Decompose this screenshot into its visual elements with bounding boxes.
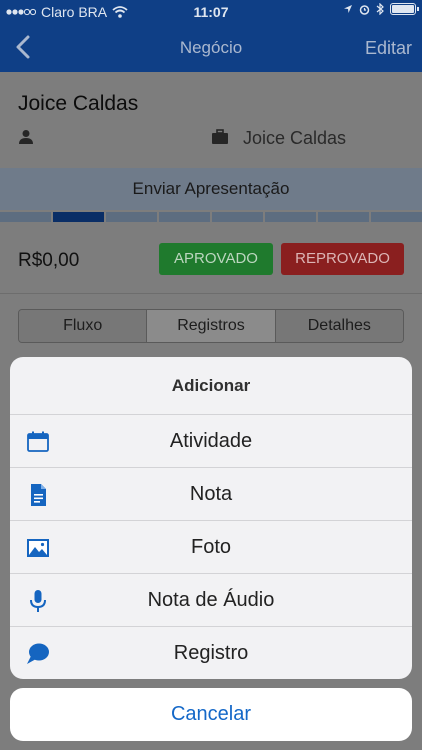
stage-segment [265,212,316,222]
tab-registros[interactable]: Registros [146,310,276,342]
stage-segment [159,212,210,222]
edit-button[interactable]: Editar [365,38,412,59]
tab-fluxo[interactable]: Fluxo [19,310,147,342]
stage-progress [0,212,422,222]
bluetooth-icon [376,3,384,15]
status-right [343,3,419,15]
person-icon [19,130,33,144]
cancel-button[interactable]: Cancelar [10,688,412,741]
deal-amount: R$0,00 [18,250,80,271]
sheet-item-label: Nota [189,483,233,505]
sheet-item-label: Nota de Áudio [147,589,275,611]
sheet-item-label: Foto [190,536,232,558]
tab-control: Fluxo Registros Detalhes [18,309,404,343]
stage-segment [53,212,104,222]
battery-icon [390,3,419,15]
stage-segment [0,212,51,222]
approve-button[interactable]: APROVADO [159,243,273,275]
stage-banner: Enviar Apresentação [0,168,422,210]
sheet-item-registro[interactable]: Registro [10,627,412,679]
action-sheet-title: Adicionar [10,357,412,415]
sheet-item-foto[interactable]: Foto [10,521,412,574]
sheet-item-label: Registro [173,642,249,664]
sheet-item-nota[interactable]: Nota [10,468,412,521]
sheet-item-nota-de-audio[interactable]: Nota de Áudio [10,574,412,627]
sheet-item-label: Atividade [169,430,253,452]
contact-name: Joice Caldas [18,92,139,115]
company-name: Joice Caldas [243,128,347,148]
reject-button[interactable]: REPROVADO [281,243,404,275]
stage-segment [371,212,422,222]
navigation-bar: Negócio Editar [0,22,422,72]
status-bar: Claro BRA 11:07 [0,0,422,22]
location-icon [344,5,352,13]
stage-segment [106,212,157,222]
stage-label: Enviar Apresentação [132,179,290,198]
briefcase-icon [212,129,228,144]
amount-row: R$0,00 APROVADO REPROVADO [0,222,422,294]
alarm-icon [359,4,370,15]
stage-segment [212,212,263,222]
add-action-sheet: Adicionar Atividade Nota Foto Nota de Áu… [10,357,412,679]
tab-detalhes[interactable]: Detalhes [275,310,403,342]
page-title: Negócio [179,38,243,57]
sheet-item-atividade[interactable]: Atividade [10,415,412,468]
stage-segment [318,212,369,222]
